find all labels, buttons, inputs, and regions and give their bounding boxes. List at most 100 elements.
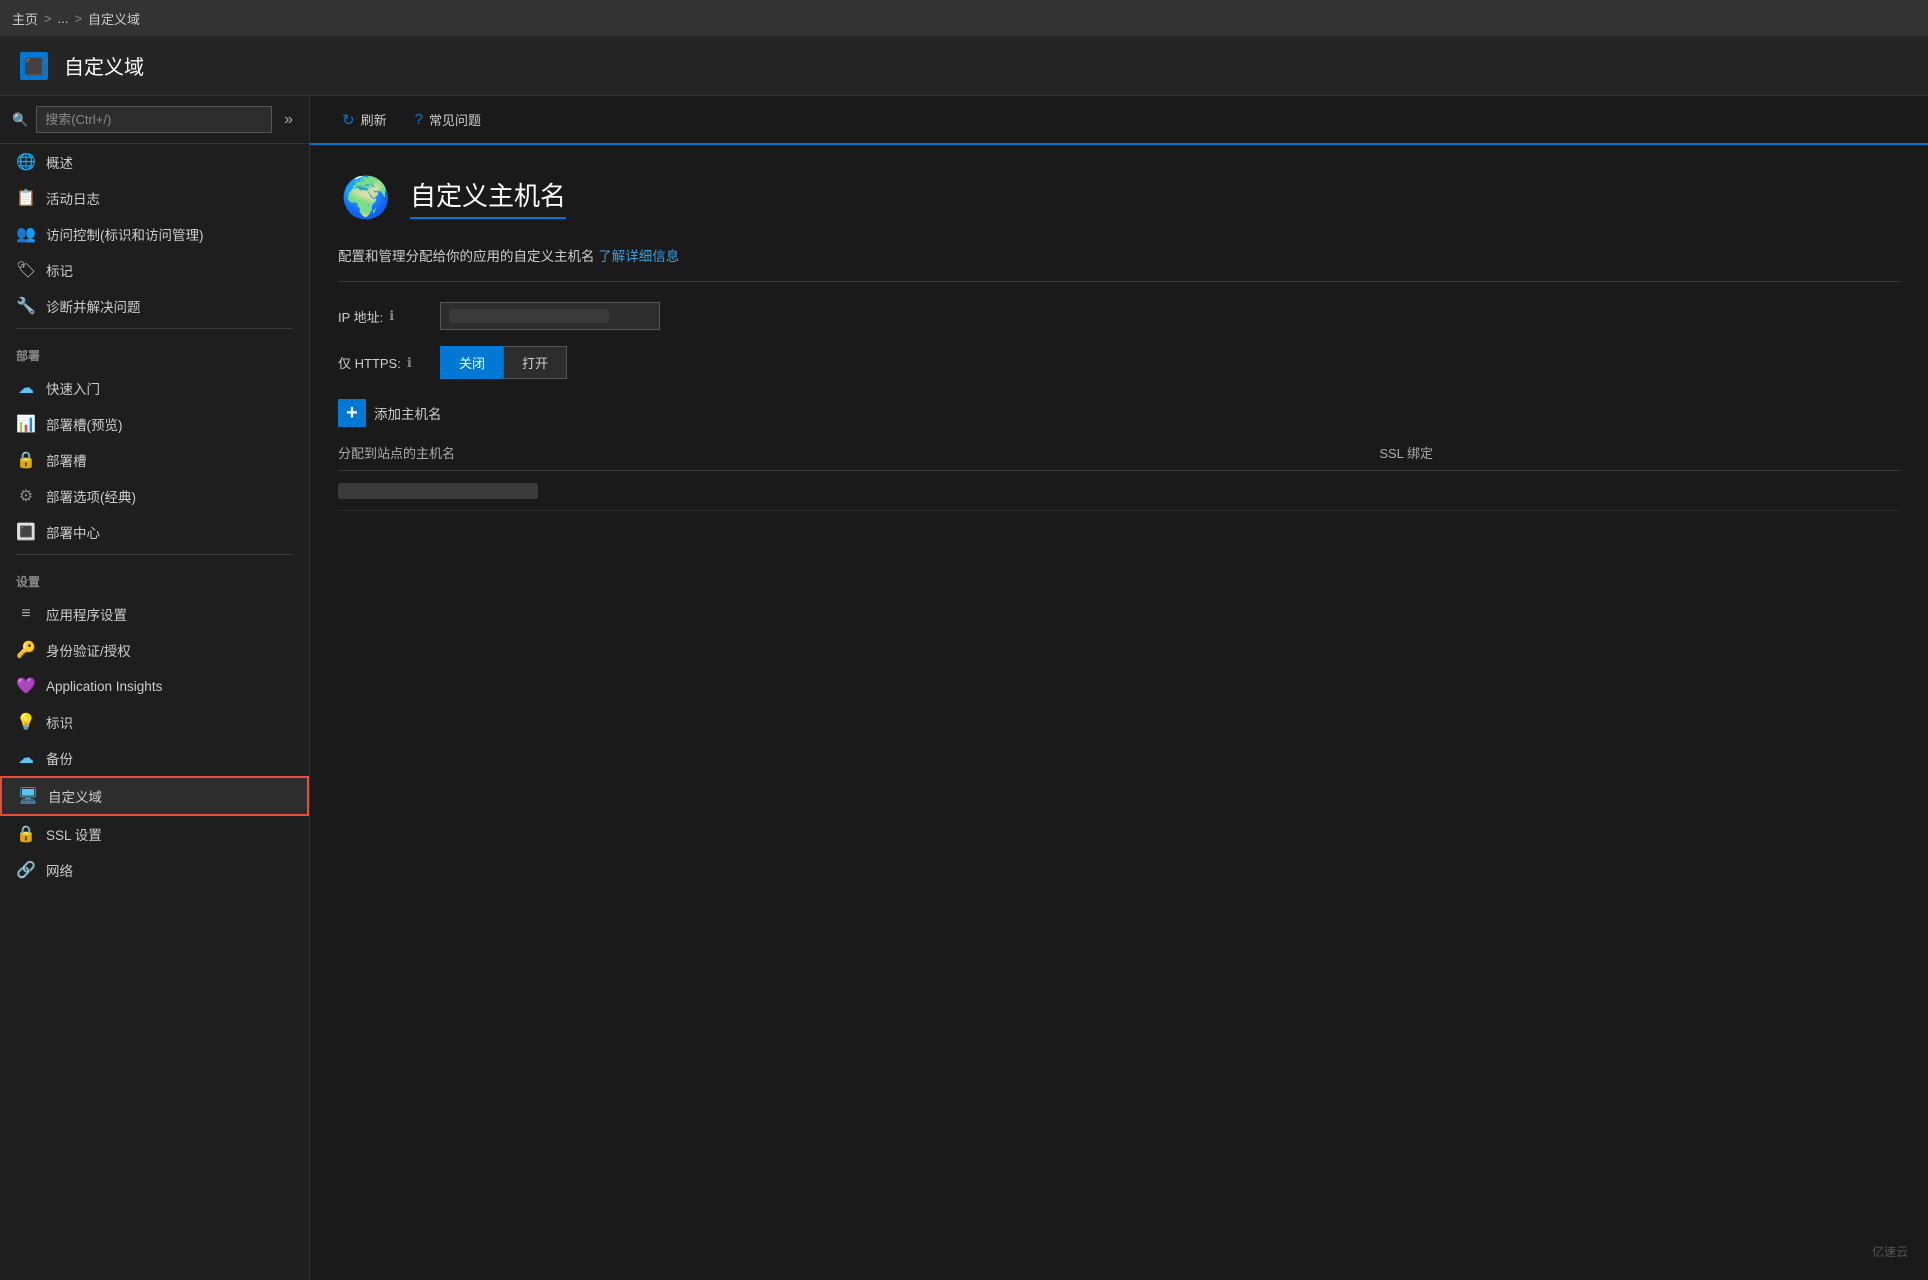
ip-label: IP 地址: ℹ [338, 307, 428, 326]
page-header: 🌍 自定义主机名 [338, 169, 1900, 225]
table-row [338, 475, 1900, 511]
main-content: ↻ 刷新 ? 常见问题 🌍 自定义主机名 配置和管理分配给你的应 [310, 96, 1928, 1280]
https-label: 仅 HTTPS: ℹ [338, 353, 428, 372]
sidebar-item-label: 活动日志 [46, 188, 100, 208]
sidebar-item-deploy-options[interactable]: ⚙ 部署选项(经典) [0, 478, 309, 514]
sidebar-item-deploy-slots-preview[interactable]: 📊 部署槽(预览) [0, 406, 309, 442]
sidebar-item-label: 标识 [46, 712, 73, 732]
sidebar-divider-1 [16, 328, 293, 329]
breadcrumb-sep1: > [44, 11, 52, 26]
sidebar-item-overview[interactable]: 🌐 概述 [0, 144, 309, 180]
identity-icon: 💡 [16, 712, 36, 732]
backup-icon: ☁ [16, 748, 36, 768]
breadcrumb-mid[interactable]: ... [58, 11, 69, 26]
content-area: 🌍 自定义主机名 配置和管理分配给你的应用的自定义主机名 了解详细信息 IP 地… [310, 145, 1928, 535]
tags-icon: 🏷 [16, 260, 36, 280]
faq-icon: ? [415, 111, 423, 128]
page-globe-icon: 🌍 [338, 169, 394, 225]
activity-log-icon: 📋 [16, 188, 36, 208]
access-control-icon: 👥 [16, 224, 36, 244]
sidebar-item-label: 身份验证/授权 [46, 640, 131, 660]
sidebar-item-label: 快速入门 [46, 378, 100, 398]
top-bar: 主页 > ... > 自定义域 [0, 0, 1928, 36]
overview-icon: 🌐 [16, 152, 36, 172]
sidebar-item-app-insights[interactable]: 💜 Application Insights [0, 668, 309, 704]
network-icon: 🔗 [16, 860, 36, 880]
page-title: 自定义主机名 [410, 176, 566, 213]
sidebar-item-custom-domain[interactable]: 🖥 自定义域 [0, 776, 309, 816]
sidebar-item-label: 网络 [46, 860, 73, 880]
sidebar-item-label: 部署槽 [46, 450, 87, 470]
col-ssl: SSL 绑定 [1379, 443, 1900, 462]
sidebar-item-label: 访问控制(标识和访问管理) [46, 224, 204, 244]
sidebar-item-ssl-settings[interactable]: 🔒 SSL 设置 [0, 816, 309, 852]
refresh-icon: ↻ [342, 111, 355, 129]
sidebar-item-label: 应用程序设置 [46, 604, 127, 624]
refresh-button[interactable]: ↻ 刷新 [330, 104, 399, 135]
refresh-label: 刷新 [361, 110, 387, 129]
breadcrumb-home[interactable]: 主页 [12, 9, 38, 28]
sidebar-item-deploy-center[interactable]: 🔳 部署中心 [0, 514, 309, 550]
header-icon: ⬛ [16, 48, 52, 84]
section-deploy-label: 部署 [0, 333, 309, 370]
breadcrumb-sep2: > [74, 11, 82, 26]
sidebar-item-label: 部署中心 [46, 522, 100, 542]
page-description: 配置和管理分配给你的应用的自定义主机名 了解详细信息 [338, 245, 1900, 282]
toolbar: ↻ 刷新 ? 常见问题 [310, 96, 1928, 145]
sidebar-item-auth[interactable]: 🔑 身份验证/授权 [0, 632, 309, 668]
hostname-value [338, 483, 538, 499]
sidebar-item-diagnose[interactable]: 🔧 诊断并解决问题 [0, 288, 309, 324]
section-settings-label: 设置 [0, 559, 309, 596]
description-text: 配置和管理分配给你的应用的自定义主机名 [338, 249, 595, 264]
collapse-button[interactable]: » [280, 107, 297, 133]
https-info-icon[interactable]: ℹ [407, 355, 412, 371]
toggle-on-button[interactable]: 打开 [503, 346, 567, 379]
sidebar-item-app-settings[interactable]: ≡ 应用程序设置 [0, 596, 309, 632]
page-header-bar: ⬛ 自定义域 [0, 36, 1928, 96]
app-settings-icon: ≡ [16, 604, 36, 624]
sidebar-item-label: Application Insights [46, 679, 162, 694]
plus-icon: + [338, 399, 366, 427]
breadcrumb-current: 自定义域 [88, 9, 140, 28]
watermark: 亿速云 [1872, 1243, 1908, 1260]
sidebar: 🔍 » 🌐 概述 📋 活动日志 👥 访问控制(标识和访问管理) 🏷 标记 🔧 诊… [0, 96, 310, 1280]
sidebar-item-identity[interactable]: 💡 标识 [0, 704, 309, 740]
table-header: 分配到站点的主机名 SSL 绑定 [338, 443, 1900, 471]
app-insights-icon: 💜 [16, 676, 36, 696]
deploy-options-icon: ⚙ [16, 486, 36, 506]
sidebar-item-label: 部署选项(经典) [46, 486, 136, 506]
main-layout: 🔍 » 🌐 概述 📋 活动日志 👥 访问控制(标识和访问管理) 🏷 标记 🔧 诊… [0, 96, 1928, 1280]
sidebar-item-access-control[interactable]: 👥 访问控制(标识和访问管理) [0, 216, 309, 252]
header-title: 自定义域 [64, 51, 144, 80]
sidebar-item-label: 备份 [46, 748, 73, 768]
sidebar-divider-2 [16, 554, 293, 555]
sidebar-item-label: SSL 设置 [46, 824, 102, 844]
add-hostname-button[interactable]: + 添加主机名 [338, 399, 442, 427]
toggle-off-button[interactable]: 关闭 [440, 346, 503, 379]
breadcrumb: 主页 > ... > 自定义域 [12, 9, 140, 28]
sidebar-item-backup[interactable]: ☁ 备份 [0, 740, 309, 776]
ssl-settings-icon: 🔒 [16, 824, 36, 844]
https-row: 仅 HTTPS: ℹ 关闭 打开 [338, 346, 1900, 379]
sidebar-item-label: 自定义域 [48, 786, 102, 806]
add-hostname-label: 添加主机名 [374, 403, 442, 423]
ip-info-icon[interactable]: ℹ [389, 308, 394, 324]
sidebar-item-label: 诊断并解决问题 [46, 296, 141, 316]
deploy-slots-preview-icon: 📊 [16, 414, 36, 434]
sidebar-item-network[interactable]: 🔗 网络 [0, 852, 309, 888]
td-hostname [338, 483, 1379, 502]
svg-text:⬛: ⬛ [24, 57, 44, 76]
ip-address-row: IP 地址: ℹ [338, 302, 1900, 330]
https-toggle-group: 关闭 打开 [440, 346, 567, 379]
sidebar-item-deploy-slots[interactable]: 🔒 部署槽 [0, 442, 309, 478]
sidebar-item-quickstart[interactable]: ☁ 快速入门 [0, 370, 309, 406]
sidebar-item-activity-log[interactable]: 📋 活动日志 [0, 180, 309, 216]
description-link[interactable]: 了解详细信息 [598, 249, 679, 264]
search-input[interactable] [36, 106, 272, 133]
sidebar-item-tags[interactable]: 🏷 标记 [0, 252, 309, 288]
custom-domain-icon: 🖥 [18, 786, 38, 806]
sidebar-search-area: 🔍 » [0, 96, 309, 144]
deploy-slots-icon: 🔒 [16, 450, 36, 470]
faq-button[interactable]: ? 常见问题 [403, 104, 493, 135]
deploy-center-icon: 🔳 [16, 522, 36, 542]
